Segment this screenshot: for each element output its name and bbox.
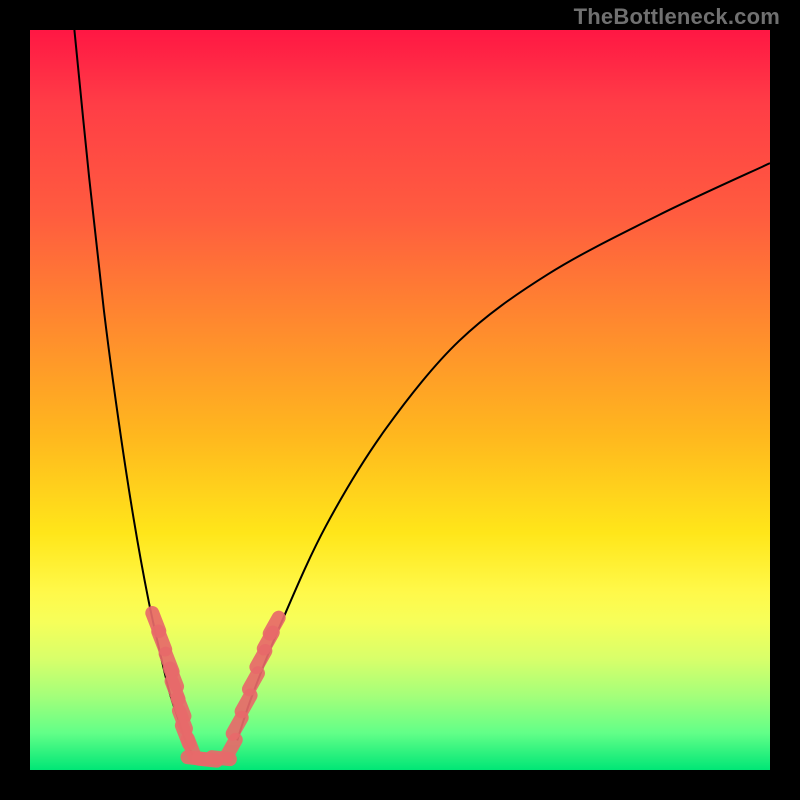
overlay-right-2 [242, 695, 251, 711]
overlay-right-3 [249, 673, 258, 689]
overlay-right-1 [233, 718, 242, 734]
chart-svg [30, 30, 770, 770]
curve-right-branch [237, 163, 770, 740]
curve-left-branch [74, 30, 192, 755]
curves-group [74, 30, 770, 755]
overlay-left-1 [158, 632, 165, 650]
chart-plot-area [30, 30, 770, 770]
overlay-right-6 [270, 618, 279, 634]
overlay-bottom-2 [212, 757, 230, 759]
overlay-segments-group [152, 613, 278, 761]
watermark-text: TheBottleneck.com [574, 6, 780, 28]
